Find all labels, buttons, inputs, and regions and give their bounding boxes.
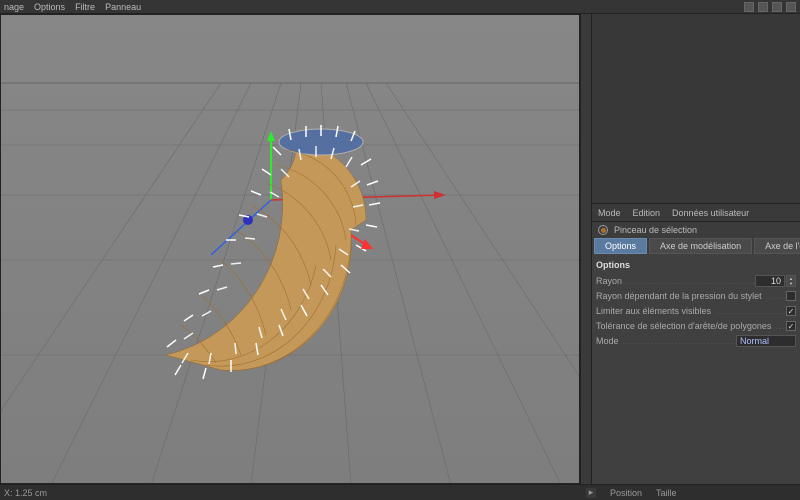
tab-options[interactable]: Options [594, 238, 647, 254]
status-left: X: 1.25 cm [0, 488, 580, 498]
status-position-label: Position [610, 488, 642, 498]
menu-filtre[interactable]: Filtre [75, 2, 95, 12]
vp-icon-2[interactable] [758, 2, 768, 12]
mesh-bent-tube[interactable] [151, 125, 471, 425]
menu-panneau[interactable]: Panneau [105, 2, 141, 12]
panel-menu-edition[interactable]: Edition [633, 208, 661, 218]
mode-label: Mode [596, 336, 736, 346]
pression-checkbox[interactable] [786, 291, 796, 301]
mesh-surface[interactable] [166, 140, 366, 370]
vp-icon-4[interactable] [786, 2, 796, 12]
viewport-icons [744, 2, 796, 12]
viewport-3d[interactable] [0, 14, 580, 484]
mode-select[interactable]: Normal [736, 335, 796, 347]
attribute-manager: Mode Edition Données utilisateur Pinceau… [592, 14, 800, 500]
tab-axe-modelisation[interactable]: Axe de modélisation [649, 238, 752, 254]
limiter-label: Limiter aux éléments visibles [596, 306, 786, 316]
limiter-checkbox[interactable]: ✓ [786, 306, 796, 316]
tool-name: Pinceau de sélection [614, 225, 697, 235]
gizmo-x-handle[interactable] [351, 235, 373, 249]
rayon-label: Rayon [596, 276, 755, 286]
status-coords: X: 1.25 cm [4, 488, 47, 498]
status-taille-label: Taille [656, 488, 677, 498]
panel-divider[interactable] [580, 14, 592, 500]
menu-image[interactable]: nage [4, 2, 24, 12]
menu-options[interactable]: Options [34, 2, 65, 12]
panel-menu-mode[interactable]: Mode [598, 208, 621, 218]
vp-icon-1[interactable] [744, 2, 754, 12]
rayon-spinner[interactable]: ▲▼ [786, 275, 796, 287]
options-title: Options [596, 260, 796, 270]
vp-icon-3[interactable] [772, 2, 782, 12]
collapse-icon[interactable]: ▸ [586, 488, 596, 498]
panel-menu-data[interactable]: Données utilisateur [672, 208, 749, 218]
rayon-input[interactable]: 10 [755, 275, 785, 287]
object-manager-area[interactable] [592, 14, 800, 204]
tab-axe-objet[interactable]: Axe de l'obje [754, 238, 800, 254]
tolerance-label: Tolérance de sélection d'arête/de polygo… [596, 321, 786, 331]
tolerance-checkbox[interactable]: ✓ [786, 321, 796, 331]
pression-label: Rayon dépendant de la pression du stylet [596, 291, 786, 301]
tool-radio-icon [598, 225, 608, 235]
